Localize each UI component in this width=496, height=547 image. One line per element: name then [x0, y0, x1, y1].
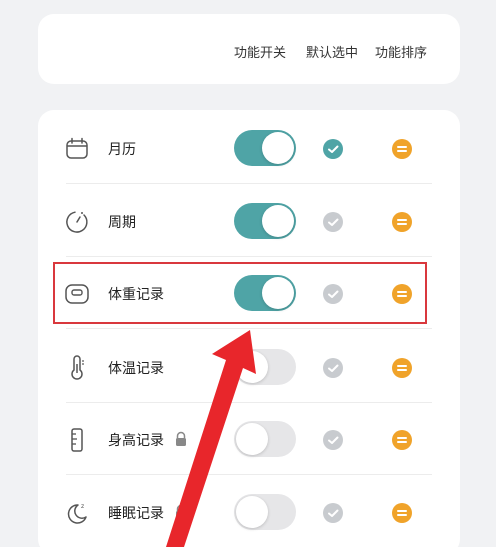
- feature-toggle-switch[interactable]: [234, 494, 296, 530]
- default-select-check-icon[interactable]: [323, 212, 343, 232]
- column-label-default: 默认选中: [306, 46, 359, 61]
- highlight-box: [53, 262, 427, 324]
- column-label-sort: 功能排序: [375, 46, 428, 61]
- moon-icon: z: [64, 500, 90, 526]
- default-select-check-icon[interactable]: [323, 139, 343, 159]
- feature-list-card: 月历 周期 体重记录 体温记录 身高记录 z 睡眠记录: [38, 110, 460, 547]
- list-item: 体温记录: [38, 331, 460, 403]
- row-label: 月历: [108, 142, 136, 158]
- sort-handle-icon[interactable]: [392, 430, 412, 450]
- lock-icon: [174, 504, 188, 520]
- list-item: 月历: [38, 112, 460, 184]
- feature-toggle-switch[interactable]: [234, 421, 296, 457]
- default-select-check-icon[interactable]: [323, 430, 343, 450]
- svg-text:z: z: [81, 503, 84, 510]
- sort-handle-icon[interactable]: [392, 212, 412, 232]
- row-label: 身高记录: [108, 433, 164, 449]
- row-label: 睡眠记录: [108, 506, 164, 522]
- row-label: 周期: [108, 215, 136, 231]
- default-select-check-icon[interactable]: [323, 358, 343, 378]
- list-item: 周期: [38, 185, 460, 257]
- column-header-card: 功能开关 默认选中 功能排序: [38, 14, 460, 84]
- list-item: 身高记录: [38, 403, 460, 475]
- row-label: 体温记录: [108, 361, 164, 377]
- feature-toggle-switch[interactable]: [234, 349, 296, 385]
- sort-handle-icon[interactable]: [392, 503, 412, 523]
- column-label-toggle: 功能开关: [234, 46, 287, 61]
- feature-toggle-switch[interactable]: [234, 130, 296, 166]
- lock-icon: [174, 431, 188, 447]
- feature-toggle-switch[interactable]: [234, 203, 296, 239]
- sort-handle-icon[interactable]: [392, 139, 412, 159]
- list-item: z 睡眠记录: [38, 476, 460, 547]
- ruler-icon: [64, 427, 90, 453]
- default-select-check-icon[interactable]: [323, 503, 343, 523]
- cycle-icon: [64, 209, 90, 235]
- sort-handle-icon[interactable]: [392, 358, 412, 378]
- thermometer-icon: [64, 355, 90, 381]
- calendar-icon: [64, 136, 90, 162]
